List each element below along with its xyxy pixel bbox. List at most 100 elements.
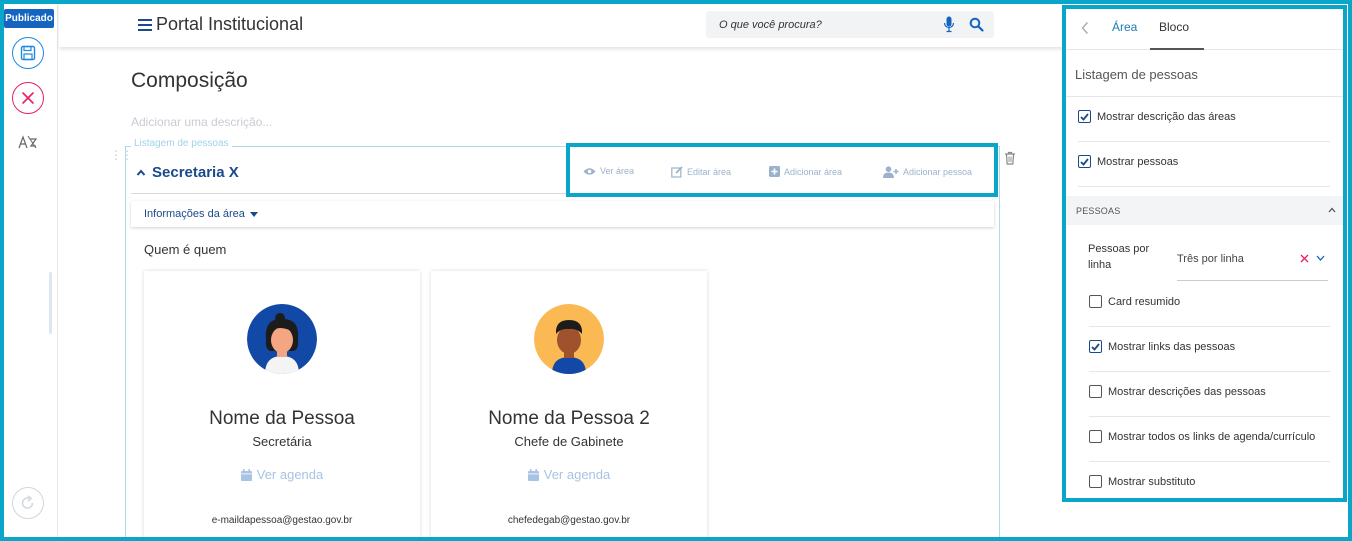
option-show-people[interactable]: Mostrar pessoas — [1078, 155, 1178, 168]
person-role: Chefe de Gabinete — [514, 434, 624, 449]
edit-icon — [671, 166, 683, 178]
people-section-title: PESSOAS — [1076, 206, 1121, 216]
check-icon — [1091, 342, 1100, 351]
who-is-who-label: Quem é quem — [144, 242, 227, 257]
save-button[interactable] — [12, 37, 44, 69]
sidebar-tabs: Área Bloco — [1066, 9, 1343, 50]
area-info-bar: Informações da área — [131, 201, 994, 227]
left-toolbar: Publicado — [4, 4, 58, 537]
check-icon — [1080, 157, 1089, 166]
people-per-row-label: Pessoas por linha — [1088, 243, 1150, 271]
trash-icon[interactable] — [1004, 151, 1016, 165]
checkbox[interactable] — [1089, 385, 1102, 398]
edit-area-label: Editar área — [687, 167, 732, 177]
option-show-substitute[interactable]: Mostrar substituto — [1089, 475, 1195, 488]
view-agenda-label: Ver agenda — [256, 467, 324, 482]
divider — [1089, 416, 1330, 417]
people-section-header[interactable]: PESSOAS — [1066, 196, 1343, 225]
edit-area-button[interactable]: Editar área — [671, 166, 731, 178]
close-icon — [22, 92, 34, 104]
view-agenda-link[interactable]: Ver agenda — [431, 467, 707, 482]
clear-icon[interactable] — [1300, 254, 1309, 263]
eye-icon — [583, 167, 596, 175]
option-show-all-agenda-links[interactable]: Mostrar todos os links de agenda/currícu… — [1089, 430, 1315, 443]
divider — [1066, 96, 1343, 97]
translate-button[interactable] — [14, 128, 42, 156]
divider — [1089, 371, 1330, 372]
person-name: Nome da Pessoa 2 — [488, 408, 650, 429]
view-agenda-link[interactable]: Ver agenda — [144, 467, 420, 482]
option-label: Mostrar links das pessoas — [1108, 340, 1236, 353]
drag-handle-icon[interactable]: ⋮⋮ — [110, 149, 133, 168]
chevron-down-icon[interactable] — [1316, 255, 1325, 261]
person-email: e-maildapessoa@gestao.gov.br — [211, 515, 353, 526]
person-role: Secretária — [252, 434, 312, 449]
option-show-people-links[interactable]: Mostrar links das pessoas — [1089, 340, 1235, 353]
search-icon[interactable] — [969, 17, 984, 32]
checkbox[interactable] — [1089, 340, 1102, 353]
divider — [1078, 186, 1330, 187]
add-area-button[interactable]: Adicionar área — [769, 166, 842, 177]
settings-sidebar: Área Bloco Listagem de pessoas Mostrar d… — [1062, 5, 1347, 502]
area-info-label: Informações da área — [144, 208, 245, 220]
portal-title: Portal Institucional — [156, 14, 304, 34]
select-value: Três por linha — [1177, 253, 1244, 265]
person-card: Nome da Pessoa 2 Chefe de Gabinete Ver a… — [431, 271, 707, 541]
avatar — [534, 304, 604, 374]
option-card-summary[interactable]: Card resumido — [1089, 295, 1180, 308]
calendar-icon — [240, 468, 252, 481]
man-avatar-icon — [534, 304, 604, 374]
search-box — [706, 11, 994, 38]
divider — [1078, 141, 1330, 142]
chevron-up-icon[interactable] — [1328, 207, 1336, 213]
cancel-button[interactable] — [12, 82, 44, 114]
section-title[interactable]: Secretaria X — [152, 164, 239, 181]
option-show-area-description[interactable]: Mostrar descrição das áreas — [1078, 110, 1236, 123]
checkbox[interactable] — [1089, 295, 1102, 308]
option-label: Mostrar descrição das áreas — [1097, 110, 1236, 123]
people-per-row-select[interactable]: Três por linha — [1177, 245, 1328, 281]
option-label: Mostrar substituto — [1108, 475, 1196, 488]
search-input[interactable] — [706, 11, 926, 38]
person-email: chefedegab@gestao.gov.br — [507, 515, 631, 526]
plus-square-icon — [769, 166, 780, 177]
option-label: Mostrar descrições das pessoas — [1108, 385, 1266, 398]
checkbox[interactable] — [1089, 430, 1102, 443]
description-input[interactable]: Adicionar uma descrição... — [131, 115, 272, 129]
menu-icon[interactable] — [138, 16, 152, 32]
active-tab-indicator — [1150, 48, 1204, 50]
divider — [1089, 326, 1330, 327]
translate-icon — [18, 135, 38, 149]
chevron-up-icon[interactable] — [136, 168, 146, 178]
view-area-button[interactable]: Ver área — [583, 166, 634, 176]
top-header: Portal Institucional — [59, 4, 1066, 47]
scroll-indicator[interactable] — [49, 272, 52, 334]
block-label: Listagem de pessoas — [131, 138, 232, 149]
sidebar-block-title: Listagem de pessoas — [1075, 67, 1198, 82]
checkbox[interactable] — [1089, 475, 1102, 488]
mic-icon[interactable] — [943, 16, 955, 33]
avatar — [247, 304, 317, 374]
tab-bloco[interactable]: Bloco — [1159, 20, 1189, 34]
option-label: Card resumido — [1108, 295, 1181, 308]
tab-area[interactable]: Área — [1112, 20, 1137, 34]
area-actions-toolbar: Ver área Editar área Adicionar área Adic… — [566, 143, 998, 197]
option-label: Mostrar pessoas — [1097, 155, 1179, 168]
user-plus-icon — [883, 166, 899, 178]
checkbox[interactable] — [1078, 155, 1091, 168]
status-badge: Publicado — [4, 9, 54, 28]
checkbox[interactable] — [1078, 110, 1091, 123]
redo-icon — [21, 495, 34, 509]
chevron-left-icon[interactable] — [1080, 21, 1090, 35]
caret-down-icon — [249, 211, 258, 217]
add-person-button[interactable]: Adicionar pessoa — [883, 166, 972, 178]
page-title: Composição — [131, 69, 248, 92]
option-show-people-descriptions[interactable]: Mostrar descrições das pessoas — [1089, 385, 1266, 398]
redo-button[interactable] — [12, 487, 44, 519]
add-person-label: Adicionar pessoa — [903, 167, 973, 177]
calendar-icon — [527, 468, 539, 481]
divider — [1089, 461, 1330, 462]
person-card: Nome da Pessoa Secretária Ver agenda e-m… — [144, 271, 420, 541]
save-icon — [20, 45, 36, 61]
area-info-toggle[interactable]: Informações da área — [144, 208, 258, 220]
